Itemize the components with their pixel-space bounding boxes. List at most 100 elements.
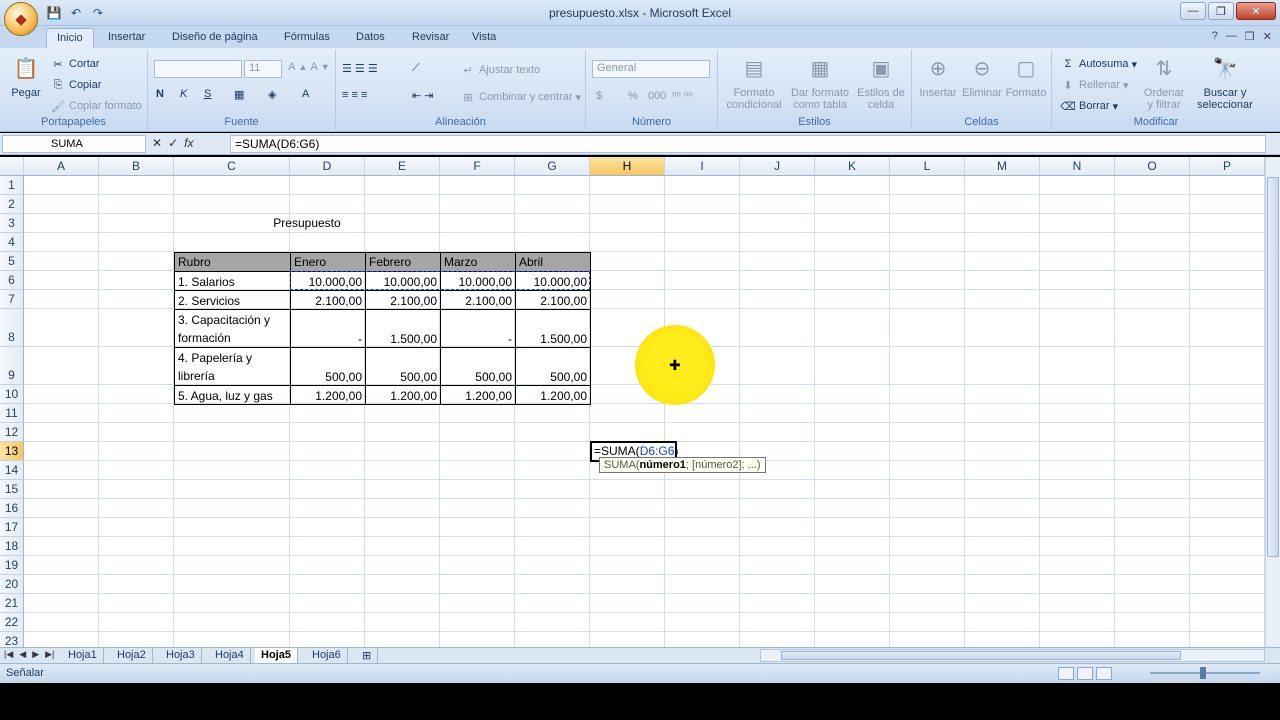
fill-color-icon[interactable]: ◈ — [268, 88, 276, 101]
row-header-15[interactable]: 15 — [0, 480, 24, 499]
paste-button[interactable]: 📋 Pegar — [6, 54, 46, 99]
font-color-icon[interactable]: A — [302, 88, 309, 100]
row-header-3[interactable]: 3 — [0, 214, 24, 233]
indent-icon[interactable]: ⇤ ⇥ — [412, 89, 434, 102]
row-header-5[interactable]: 5 — [0, 252, 24, 271]
row-header-7[interactable]: 7 — [0, 290, 24, 309]
table-cell[interactable]: 1.200,00 — [290, 385, 366, 405]
row-header-18[interactable]: 18 — [0, 537, 24, 556]
table-cell[interactable]: 10.000,00 — [515, 271, 591, 291]
row-header-12[interactable]: 12 — [0, 423, 24, 442]
align-top-icon[interactable]: ☰ ☰ ☰ — [342, 62, 378, 75]
tab-formulas[interactable]: Fórmulas — [274, 28, 340, 48]
normal-view-icon[interactable] — [1058, 667, 1074, 680]
format-painter-button[interactable]: 🖌 Copiar formato — [50, 98, 142, 114]
minimize-button[interactable]: — — [1180, 2, 1206, 20]
help-icon[interactable]: ? — [1212, 30, 1218, 43]
column-header-b[interactable]: B — [99, 157, 174, 176]
zoom-slider-thumb[interactable] — [1200, 667, 1206, 679]
row-header-11[interactable]: 11 — [0, 404, 24, 423]
table-row-label[interactable]: 3. Capacitación y formación — [174, 309, 291, 348]
sheet-tab-hoja3[interactable]: Hoja3 — [160, 648, 202, 663]
table-cell[interactable]: 2.100,00 — [515, 290, 591, 310]
table-cell[interactable]: 2.100,00 — [440, 290, 516, 310]
formula-input[interactable]: =SUMA(D6:G6) — [230, 135, 1266, 153]
column-header-i[interactable]: I — [665, 157, 740, 176]
column-header-m[interactable]: M — [965, 157, 1040, 176]
column-header-h[interactable]: H — [590, 157, 665, 176]
vertical-scroll-thumb[interactable] — [1267, 177, 1279, 557]
clear-button[interactable]: ⌫ Borrar ▾ — [1060, 98, 1118, 114]
table-cell[interactable]: 1.500,00 — [515, 309, 591, 348]
close-button[interactable]: ✕ — [1236, 2, 1276, 20]
cancel-icon[interactable]: ✕ — [152, 136, 162, 150]
tab-inicio[interactable]: Inicio — [46, 28, 94, 48]
number-format-select[interactable]: General — [592, 60, 710, 78]
minimize-workbook-button[interactable]: — — [1226, 30, 1237, 43]
name-box[interactable]: SUMA — [2, 135, 146, 153]
tab-revisar[interactable]: Revisar — [402, 28, 459, 48]
sheet-tab-hoja6[interactable]: Hoja6 — [306, 648, 348, 663]
restore-button[interactable]: ❐ — [1208, 2, 1234, 20]
row-header-21[interactable]: 21 — [0, 594, 24, 613]
sheet-tab-hoja2[interactable]: Hoja2 — [111, 648, 153, 663]
italic-button[interactable]: K — [180, 88, 187, 100]
sort-filter-button[interactable]: ⇅ Ordenar y filtrar — [1136, 54, 1192, 111]
table-row-label[interactable]: 2. Servicios — [174, 290, 291, 310]
cell-styles-button[interactable]: ▣ Estilos de celda — [852, 54, 910, 111]
table-cell[interactable]: - — [290, 309, 366, 348]
row-header-2[interactable]: 2 — [0, 195, 24, 214]
next-sheet-icon[interactable]: ▶ — [32, 649, 39, 660]
last-sheet-icon[interactable]: ▶| — [45, 649, 54, 660]
row-header-6[interactable]: 6 — [0, 271, 24, 290]
table-header-marzo[interactable]: Marzo — [440, 252, 516, 272]
row-header-9[interactable]: 9 — [0, 347, 24, 385]
font-name-select[interactable] — [154, 60, 242, 78]
row-header-10[interactable]: 10 — [0, 385, 24, 404]
column-header-f[interactable]: F — [440, 157, 515, 176]
table-cell[interactable]: 1.500,00 — [365, 309, 441, 348]
insert-cells-button[interactable]: ⊕ Insertar — [916, 54, 960, 99]
autosum-button[interactable]: Σ Autosuma ▾ — [1060, 56, 1137, 72]
row-header-4[interactable]: 4 — [0, 233, 24, 252]
tab-diseno-pagina[interactable]: Diseño de página — [162, 28, 268, 48]
row-header-16[interactable]: 16 — [0, 499, 24, 518]
worksheet-grid[interactable]: A B C D E F G H I J K L M N O P 1 2 3 4 5 6 7 8 9 10 11 12 13 14 15 16 1… — [0, 157, 1265, 647]
table-cell[interactable]: 1.200,00 — [515, 385, 591, 405]
table-cell[interactable]: 10.000,00 — [440, 271, 516, 291]
table-header-abril[interactable]: Abril — [515, 252, 591, 272]
page-layout-icon[interactable] — [1077, 667, 1093, 680]
table-row-label[interactable]: 4. Papelería y librería — [174, 347, 291, 386]
column-header-n[interactable]: N — [1040, 157, 1115, 176]
row-header-13[interactable]: 13 — [0, 442, 24, 461]
merge-center-button[interactable]: ⊞ Combinar y centrar ▾ — [460, 89, 581, 105]
format-cells-button[interactable]: ▢ Formato — [1004, 54, 1048, 99]
conditional-format-button[interactable]: ▤ Formato condicional — [722, 54, 786, 111]
page-break-icon[interactable] — [1096, 667, 1112, 680]
insert-sheet-icon[interactable]: ⊞ — [356, 648, 379, 663]
office-button[interactable]: ◆ — [4, 2, 38, 36]
column-header-d[interactable]: D — [290, 157, 365, 176]
tab-insertar[interactable]: Insertar — [98, 28, 155, 48]
thousands-button[interactable]: 000 — [648, 90, 666, 102]
column-header-e[interactable]: E — [365, 157, 440, 176]
tab-vista[interactable]: Vista — [462, 28, 506, 48]
table-header-rubro[interactable]: Rubro — [174, 252, 291, 272]
table-cell[interactable]: 2.100,00 — [365, 290, 441, 310]
row-header-17[interactable]: 17 — [0, 518, 24, 537]
horizontal-scroll-thumb[interactable] — [781, 651, 1181, 660]
sheet-tab-hoja4[interactable]: Hoja4 — [209, 648, 251, 663]
row-header-1[interactable]: 1 — [0, 176, 24, 195]
column-header-c[interactable]: C — [174, 157, 290, 176]
currency-button[interactable]: $ — [596, 90, 602, 102]
row-header-23[interactable]: 23 — [0, 632, 24, 647]
row-header-20[interactable]: 20 — [0, 575, 24, 594]
table-cell[interactable]: - — [440, 309, 516, 348]
delete-cells-button[interactable]: ⊖ Eliminar — [960, 54, 1004, 99]
column-header-k[interactable]: K — [815, 157, 890, 176]
tab-datos[interactable]: Datos — [346, 28, 395, 48]
font-size-select[interactable]: 11 — [244, 60, 282, 78]
table-row-label[interactable]: 1. Salarios — [174, 271, 291, 291]
percent-button[interactable]: % — [628, 90, 638, 102]
sheet-tab-hoja1[interactable]: Hoja1 — [62, 648, 104, 663]
